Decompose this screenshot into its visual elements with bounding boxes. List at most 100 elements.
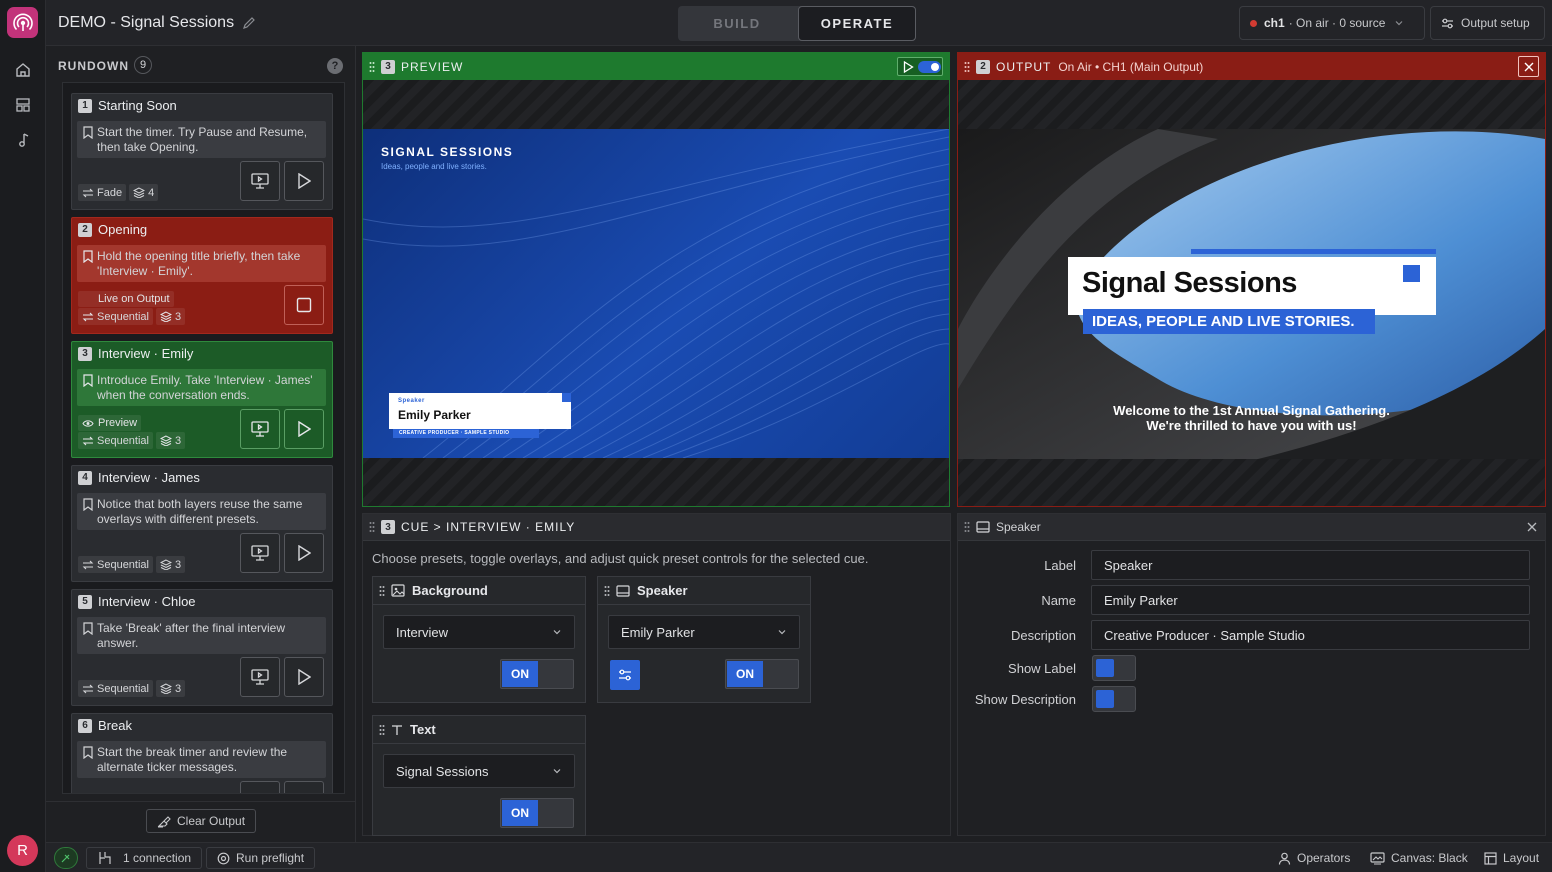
name-field-label: Name bbox=[1041, 593, 1076, 608]
cue-card-interview-emily[interactable]: 3 Interview · Emily Introduce Emily. Take… bbox=[71, 341, 333, 458]
toggle-on-label: ON bbox=[502, 661, 538, 687]
edit-pencil-icon[interactable] bbox=[242, 16, 256, 30]
background-on-toggle[interactable]: ON bbox=[500, 659, 574, 689]
take-play-button[interactable] bbox=[284, 409, 324, 449]
preview-status-badge: Preview bbox=[78, 415, 142, 431]
cue-note-text: Start the break timer and review the alt… bbox=[97, 745, 288, 774]
user-avatar[interactable]: R bbox=[7, 835, 38, 866]
cue-note: Notice that both layers reuse the same o… bbox=[77, 493, 326, 530]
layout-grid-icon[interactable] bbox=[13, 95, 33, 115]
drag-handle-icon[interactable] bbox=[964, 61, 970, 73]
app-logo-icon[interactable] bbox=[7, 7, 38, 38]
take-play-button[interactable] bbox=[284, 533, 324, 573]
connections-button[interactable]: 1 connection bbox=[86, 847, 203, 869]
toggle-on-label: ON bbox=[502, 800, 538, 826]
preset-value: Signal Sessions bbox=[396, 763, 489, 779]
music-note-icon[interactable] bbox=[13, 130, 33, 150]
take-play-button[interactable] bbox=[284, 781, 324, 793]
text-preset-select[interactable]: Signal Sessions bbox=[383, 754, 575, 788]
rundown-list[interactable]: 1 Starting Soon Start the timer. Try Paus… bbox=[62, 82, 345, 794]
cue-header: 4 Interview · James bbox=[78, 470, 200, 485]
drag-handle-icon[interactable] bbox=[604, 585, 610, 597]
rundown-count-badge: 9 bbox=[134, 56, 152, 74]
channel-selector[interactable]: ch1 · On air · 0 source bbox=[1239, 6, 1425, 40]
stop-button[interactable] bbox=[284, 285, 324, 325]
cue-note: Hold the opening title briefly, then tak… bbox=[77, 245, 326, 282]
show-description-switch[interactable] bbox=[1092, 686, 1136, 712]
cue-card-interview-james[interactable]: 4 Interview · James Notice that both laye… bbox=[71, 465, 333, 582]
cue-card-opening[interactable]: 2 Opening Hold the opening title briefly,… bbox=[71, 217, 333, 334]
send-to-preview-button[interactable] bbox=[240, 781, 280, 793]
transition-chip: Sequential bbox=[78, 556, 153, 573]
swap-arrows-icon bbox=[82, 436, 94, 446]
clear-output-button[interactable]: Clear Output bbox=[146, 809, 257, 833]
cue-number: 2 bbox=[78, 222, 92, 237]
cue-note-text: Start the timer. Try Pause and Resume, t… bbox=[97, 125, 308, 154]
transition-label: Sequential bbox=[97, 434, 149, 447]
layers-icon bbox=[160, 559, 172, 570]
take-play-button[interactable] bbox=[284, 161, 324, 201]
drag-handle-icon[interactable] bbox=[369, 521, 375, 533]
preview-tagline: Ideas, people and live stories. bbox=[381, 162, 487, 171]
layers-chip: 3 bbox=[156, 556, 186, 573]
cue-number: 3 bbox=[78, 346, 92, 361]
text-on-toggle[interactable]: ON bbox=[500, 798, 574, 828]
drag-handle-icon[interactable] bbox=[964, 521, 970, 533]
project-title-text: DEMO - Signal Sessions bbox=[58, 14, 235, 31]
transition-chip: Sequential bbox=[78, 308, 153, 325]
output-setup-button[interactable]: Output setup bbox=[1430, 6, 1545, 40]
auto-preview-toggle[interactable] bbox=[897, 57, 943, 76]
take-play-button[interactable] bbox=[284, 657, 324, 697]
name-input[interactable]: Emily Parker bbox=[1091, 585, 1530, 615]
speaker-header: Speaker bbox=[958, 514, 1545, 541]
mode-build-button[interactable]: BUILD bbox=[678, 6, 796, 41]
layers-icon bbox=[160, 311, 172, 322]
cue-note-text: Take 'Break' after the final interview a… bbox=[97, 621, 286, 650]
cue-number: 4 bbox=[78, 470, 92, 485]
image-icon bbox=[391, 584, 405, 597]
title-card: Signal Sessions bbox=[1068, 257, 1436, 315]
mode-operate-button[interactable]: OPERATE bbox=[798, 6, 916, 41]
connection-status-indicator[interactable] bbox=[54, 847, 78, 869]
layer-name: Speaker bbox=[637, 583, 688, 598]
cue-title: Opening bbox=[98, 222, 148, 237]
layer-card-speaker: Speaker Emily Parker ON bbox=[597, 576, 811, 703]
cue-number: 1 bbox=[78, 98, 92, 113]
show-label-switch[interactable] bbox=[1092, 655, 1136, 681]
drag-handle-icon[interactable] bbox=[379, 585, 385, 597]
drag-handle-icon[interactable] bbox=[369, 61, 375, 73]
close-icon[interactable] bbox=[1527, 522, 1537, 532]
label-input[interactable]: Speaker bbox=[1091, 550, 1530, 580]
cue-card-starting-soon[interactable]: 1 Starting Soon Start the timer. Try Paus… bbox=[71, 93, 333, 210]
label-field-label: Label bbox=[1044, 558, 1076, 573]
run-preflight-button[interactable]: Run preflight bbox=[206, 847, 316, 869]
home-icon[interactable] bbox=[13, 60, 33, 80]
speaker-on-toggle[interactable]: ON bbox=[725, 659, 799, 689]
drag-handle-icon[interactable] bbox=[379, 724, 385, 736]
background-preset-select[interactable]: Interview bbox=[383, 615, 575, 649]
preset-value: Emily Parker bbox=[621, 624, 695, 640]
operators-button[interactable]: Operators bbox=[1278, 847, 1350, 869]
layout-icon bbox=[1484, 851, 1497, 865]
cue-card-break[interactable]: 6 Break Start the break timer and review … bbox=[71, 713, 333, 793]
quick-controls-button[interactable] bbox=[610, 660, 640, 690]
lower-third-description: CREATIVE PRODUCER · SAMPLE STUDIO bbox=[393, 429, 539, 438]
cue-title: Interview · James bbox=[98, 470, 200, 485]
send-to-preview-button[interactable] bbox=[240, 161, 280, 201]
send-to-preview-button[interactable] bbox=[240, 657, 280, 697]
output-header: 2 OUTPUT On Air • CH1 (Main Output) bbox=[958, 53, 1545, 80]
send-to-preview-button[interactable] bbox=[240, 409, 280, 449]
layers-chip: 4 bbox=[129, 184, 159, 201]
description-input[interactable]: Creative Producer · Sample Studio bbox=[1091, 620, 1530, 650]
eraser-icon bbox=[157, 814, 171, 828]
cue-card-interview-chloe[interactable]: 5 Interview · Chloe Take 'Break' after th… bbox=[71, 589, 333, 706]
chevron-down-icon bbox=[552, 627, 562, 637]
bookmark-icon bbox=[83, 374, 93, 387]
close-output-button[interactable] bbox=[1518, 56, 1539, 77]
help-icon[interactable]: ? bbox=[327, 58, 343, 74]
send-to-preview-button[interactable] bbox=[240, 533, 280, 573]
layout-button[interactable]: Layout bbox=[1484, 847, 1539, 869]
canvas-button[interactable]: Canvas: Black bbox=[1370, 847, 1468, 869]
speaker-preset-select[interactable]: Emily Parker bbox=[608, 615, 800, 649]
swap-arrows-icon bbox=[82, 188, 94, 198]
